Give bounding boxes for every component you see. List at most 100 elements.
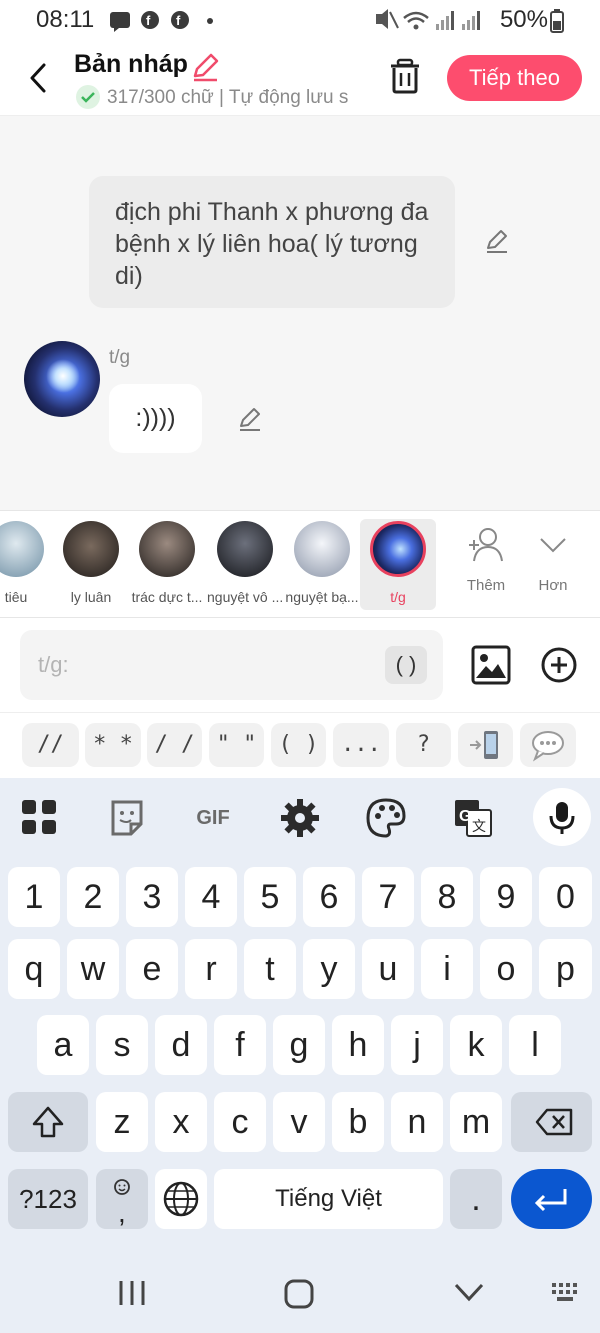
key-j[interactable]: j <box>391 1015 443 1075</box>
key-m[interactable]: m <box>450 1092 502 1152</box>
character-item[interactable]: nguyệt vô ... <box>207 519 283 605</box>
character-item[interactable]: tiêu <box>0 519 54 605</box>
emoji-comma-key[interactable]: , <box>96 1169 148 1229</box>
shift-arrow-icon <box>32 1106 64 1138</box>
key-x[interactable]: x <box>155 1092 207 1152</box>
key-w[interactable]: w <box>67 939 119 999</box>
key-q[interactable]: q <box>8 939 60 999</box>
key-g[interactable]: g <box>273 1015 325 1075</box>
language-globe-key[interactable] <box>155 1169 207 1229</box>
svg-text:f: f <box>146 13 151 28</box>
key-5[interactable]: 5 <box>244 867 296 927</box>
key-7[interactable]: 7 <box>362 867 414 927</box>
composer-box: ( ) <box>20 630 443 700</box>
theme-palette-icon[interactable] <box>362 794 410 842</box>
key-3[interactable]: 3 <box>126 867 178 927</box>
message-character-name: t/g <box>109 347 131 368</box>
keyboard-switch-icon[interactable] <box>550 1281 584 1305</box>
image-icon[interactable] <box>470 644 512 686</box>
character-item-selected[interactable]: t/g <box>360 519 436 610</box>
svg-text:G: G <box>459 808 471 825</box>
narration-bubble[interactable]: địch phi Thanh x phương đa bệnh x lý liê… <box>89 176 455 308</box>
space-key[interactable]: Tiếng Việt <box>214 1169 443 1229</box>
key-v[interactable]: v <box>273 1092 325 1152</box>
edit-narration-icon[interactable] <box>484 228 510 254</box>
trash-icon[interactable] <box>388 58 422 94</box>
sticker-icon[interactable] <box>103 794 151 842</box>
key-i[interactable]: i <box>421 939 473 999</box>
home-icon[interactable] <box>282 1277 318 1311</box>
key-z[interactable]: z <box>96 1092 148 1152</box>
key-1[interactable]: 1 <box>8 867 60 927</box>
phone-chip[interactable] <box>458 723 513 767</box>
key-n[interactable]: n <box>391 1092 443 1152</box>
key-8[interactable]: 8 <box>421 867 473 927</box>
chip-slashes[interactable]: / / <box>147 723 202 767</box>
character-label: t/g <box>390 589 406 605</box>
character-item[interactable]: trác dực t... <box>129 519 205 605</box>
next-button[interactable]: Tiếp theo <box>447 55 582 101</box>
keyboard: GIF G 文 1 2 3 4 5 6 7 8 9 0 q w e r t y … <box>0 778 600 1255</box>
symbols-key[interactable]: ?123 <box>8 1169 88 1229</box>
insert-parentheses-button[interactable]: ( ) <box>385 646 427 684</box>
key-s[interactable]: s <box>96 1015 148 1075</box>
story-chat-area[interactable]: địch phi Thanh x phương đa bệnh x lý liê… <box>0 116 600 510</box>
key-e[interactable]: e <box>126 939 178 999</box>
recent-apps-icon[interactable] <box>116 1277 150 1309</box>
editor-header: Bản nháp 317/300 chữ | Tự động lưu s Tiế… <box>0 42 600 116</box>
chip-parentheses[interactable]: ( ) <box>271 723 326 767</box>
shift-key[interactable] <box>8 1092 88 1152</box>
add-circle-icon[interactable] <box>540 646 578 684</box>
character-item[interactable]: ly luân <box>53 519 129 605</box>
voice-input-button[interactable] <box>533 788 591 846</box>
character-avatar[interactable] <box>24 341 100 417</box>
settings-gear-icon[interactable] <box>276 794 324 842</box>
backspace-key[interactable] <box>511 1092 592 1152</box>
key-a[interactable]: a <box>37 1015 89 1075</box>
enter-key[interactable] <box>511 1169 592 1229</box>
chip-asterisks[interactable]: * * <box>85 723 141 767</box>
key-d[interactable]: d <box>155 1015 207 1075</box>
chip-ellipsis[interactable]: ... <box>333 723 389 767</box>
key-f[interactable]: f <box>214 1015 266 1075</box>
key-y[interactable]: y <box>303 939 355 999</box>
key-c[interactable]: c <box>214 1092 266 1152</box>
key-4[interactable]: 4 <box>185 867 237 927</box>
key-2[interactable]: 2 <box>67 867 119 927</box>
key-o[interactable]: o <box>480 939 532 999</box>
key-p[interactable]: p <box>539 939 592 999</box>
key-k[interactable]: k <box>450 1015 502 1075</box>
more-characters-button[interactable]: Hơn <box>523 525 583 594</box>
add-character-button[interactable]: Thêm <box>456 525 516 594</box>
character-avatar <box>139 521 195 577</box>
character-item[interactable]: nguyệt bạ... <box>284 519 360 605</box>
key-0[interactable]: 0 <box>539 867 592 927</box>
message-bubble[interactable]: :)))) <box>109 384 202 453</box>
speech-chip[interactable] <box>520 723 576 767</box>
message-input[interactable] <box>38 630 368 700</box>
character-label: trác dực t... <box>131 589 203 605</box>
period-key[interactable]: . <box>450 1169 502 1229</box>
notification-icons: f f <box>110 11 213 32</box>
edit-title-icon[interactable] <box>190 52 220 82</box>
key-t[interactable]: t <box>244 939 296 999</box>
character-avatar <box>63 521 119 577</box>
chip-quotes[interactable]: " " <box>209 723 264 767</box>
chip-question[interactable]: ? <box>396 723 451 767</box>
character-label: ly luân <box>70 589 112 605</box>
edit-message-icon[interactable] <box>237 406 263 432</box>
key-u[interactable]: u <box>362 939 414 999</box>
gif-button[interactable]: GIF <box>188 794 238 842</box>
translate-icon[interactable]: G 文 <box>449 794 497 842</box>
more-characters-label: Hơn <box>538 577 568 594</box>
key-6[interactable]: 6 <box>303 867 355 927</box>
key-l[interactable]: l <box>509 1015 561 1075</box>
back-arrow-icon[interactable] <box>26 62 50 94</box>
apps-grid-icon[interactable] <box>16 794 64 842</box>
key-r[interactable]: r <box>185 939 237 999</box>
key-b[interactable]: b <box>332 1092 384 1152</box>
key-9[interactable]: 9 <box>480 867 532 927</box>
key-h[interactable]: h <box>332 1015 384 1075</box>
chip-double-slash[interactable]: // // <box>22 723 79 801</box>
hide-keyboard-chevron-icon[interactable] <box>452 1277 486 1309</box>
